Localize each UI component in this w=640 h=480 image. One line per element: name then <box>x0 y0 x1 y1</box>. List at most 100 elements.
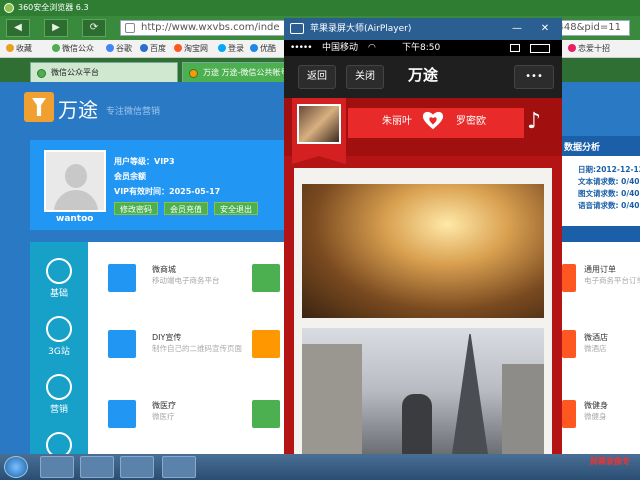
tray-text: 屏幕录像专 <box>590 457 630 466</box>
browser-titlebar: 360安全浏览器 6.3 <box>0 0 640 16</box>
analytics-line: 文本请求数: 0/40 <box>578 177 640 186</box>
sidenav-item-basic[interactable]: 基础 <box>30 252 88 304</box>
tab-wechat-platform[interactable]: 微信公众平台 <box>30 62 178 82</box>
analytics-title: 数据分析 <box>564 143 601 153</box>
tile-desc: 微酒店 <box>584 344 607 353</box>
forward-button[interactable]: ▶ <box>44 19 68 37</box>
grid-icon <box>46 258 72 284</box>
change-password-button[interactable]: 修改密码 <box>114 202 158 215</box>
airplayer-taskbar-icon[interactable] <box>162 456 196 478</box>
fav-item[interactable]: 收藏 <box>6 40 32 58</box>
wechat-close-button[interactable]: 关闭 <box>346 65 384 89</box>
username: wantoo <box>56 214 94 224</box>
screen-icon <box>510 44 520 52</box>
wechat-page-title: 万途 <box>408 66 439 84</box>
fav-item[interactable]: 百度 <box>140 40 166 58</box>
tile-title[interactable]: 通用订单 <box>584 264 616 275</box>
tab-label: 微信公众平台 <box>51 68 99 77</box>
url-tail-text: 448&pid=11 <box>557 22 621 33</box>
couple-thumbnail[interactable] <box>297 104 341 144</box>
media-icon[interactable] <box>120 456 154 478</box>
airplayer-window[interactable]: 苹果录屏大师(AirPlayer) — ✕ ••••• 中国移动 ◠ 下午8:5… <box>284 18 562 454</box>
photo-gallery <box>294 168 552 454</box>
qrcode-icon[interactable] <box>108 330 136 358</box>
recharge-button[interactable]: 会员充值 <box>164 202 208 215</box>
tile-title[interactable]: 微医疗 <box>152 400 176 411</box>
close-window-button[interactable]: ✕ <box>536 18 554 40</box>
tab-label: 万途 万途-微信公共帐号 <box>203 68 289 77</box>
signal-bars-icon: ••••• <box>290 43 313 53</box>
fav-item[interactable]: 淘宝网 <box>174 40 208 58</box>
bride-name: 朱丽叶 <box>382 116 412 127</box>
wantoo-icon <box>189 69 198 78</box>
airplayer-titlebar[interactable]: 苹果录屏大师(AirPlayer) — ✕ <box>284 18 562 40</box>
cart-icon[interactable] <box>108 264 136 292</box>
music-icon[interactable]: ♪ <box>520 108 548 136</box>
start-button[interactable] <box>4 456 28 478</box>
group-icon[interactable] <box>252 400 280 428</box>
right-tiles: 通用订单 电子商务平台订单处理 微酒店 微酒店 微健身 微健身 <box>560 242 640 454</box>
fitness-icon[interactable] <box>562 400 576 428</box>
tile-desc: 移动端电子商务平台 <box>152 276 220 285</box>
wechat-more-button[interactable]: ••• <box>514 65 554 89</box>
phone-time: 下午8:50 <box>402 43 441 53</box>
brand-name: 万途 <box>58 98 98 122</box>
battery-icon <box>530 44 550 53</box>
couple-photo-1[interactable] <box>302 184 544 318</box>
windows-taskbar: 屏幕录像专 <box>0 454 640 480</box>
tab-wantoo[interactable]: 万途 万途-微信公共帐号 <box>182 62 292 82</box>
hotel-icon[interactable] <box>562 330 576 358</box>
tile-desc: 微医疗 <box>152 412 175 421</box>
sidenav-item-3g[interactable]: 3G站 <box>30 310 88 362</box>
analytics-line: 语音请求数: 0/40 <box>578 201 640 210</box>
sidenav-item-marketing[interactable]: 营销 <box>30 368 88 420</box>
wechat-navbar: 返回 关闭 万途 ••• <box>284 56 562 98</box>
airplay-icon <box>290 23 304 34</box>
browser-logo-icon <box>4 3 14 13</box>
fav-item[interactable]: 谷歌 <box>106 40 132 58</box>
tile-desc: 制作自己的二维码宣传页面 <box>152 344 242 353</box>
group-icon[interactable] <box>252 264 280 292</box>
vip-expiry: VIP有效时间：2025-05-17 <box>114 187 221 196</box>
tile-title[interactable]: DIY宣传 <box>152 332 181 343</box>
profile-card: wantoo 用户等级：VIP3 会员余额 VIP有效时间：2025-05-17… <box>30 140 288 230</box>
compass-icon[interactable] <box>252 330 280 358</box>
order-icon[interactable] <box>562 264 576 292</box>
folder-icon[interactable] <box>80 456 114 478</box>
wechat-back-button[interactable]: 返回 <box>298 65 336 89</box>
fav-item[interactable]: 优酷 <box>250 40 276 58</box>
eiffel-tower <box>452 334 488 454</box>
tile-desc: 电子商务平台订单处理 <box>584 276 640 285</box>
analytics-box: 日期:2012-12-12 文本请求数: 0/40 图文请求数: 0/40 语音… <box>560 156 640 226</box>
couple-figures <box>402 394 432 454</box>
phone-status-bar: ••••• 中国移动 ◠ 下午8:50 <box>284 40 562 56</box>
tile-title[interactable]: 微商城 <box>152 264 176 275</box>
logout-button[interactable]: 安全退出 <box>214 202 258 215</box>
wantoo-logo-icon <box>24 92 54 122</box>
fav-item[interactable]: 登录 <box>218 40 244 58</box>
ie-icon[interactable] <box>40 456 74 478</box>
airplayer-title: 苹果录屏大师(AirPlayer) <box>310 24 412 34</box>
analytics-date: 日期:2012-12-12 <box>578 165 640 174</box>
member-balance: 会员余额 <box>114 172 146 181</box>
medical-icon[interactable] <box>108 400 136 428</box>
couple-photo-2[interactable] <box>302 328 544 454</box>
tile-title[interactable]: 微酒店 <box>584 332 608 343</box>
heart-icon <box>422 111 444 130</box>
wifi-icon: ◠ <box>368 43 376 53</box>
back-button[interactable]: ◀ <box>6 19 30 37</box>
tile-title[interactable]: 微健身 <box>584 400 608 411</box>
wedding-banner: 朱丽叶 罗密欧 ♪ <box>284 98 562 164</box>
minimize-button[interactable]: — <box>508 18 526 40</box>
feature-menu: 基础 3G站 营销 微商城 移动端电子商务平台 DIY宣传 制作自己的二维码宣传… <box>30 242 288 458</box>
brand-slogan: 专注微信营销 <box>106 107 161 117</box>
browser-title: 360安全浏览器 6.3 <box>18 3 89 12</box>
signal-icon <box>46 316 72 342</box>
avatar <box>44 150 106 212</box>
fav-item[interactable]: 微信公众 <box>52 40 94 58</box>
fav-item[interactable]: 恋爱十招 <box>568 40 610 58</box>
url-text: http://www.wxvbs.com/inde <box>141 22 280 33</box>
refresh-icon <box>46 374 72 400</box>
tile-desc: 微健身 <box>584 412 607 421</box>
refresh-button[interactable]: ⟳ <box>82 19 106 37</box>
